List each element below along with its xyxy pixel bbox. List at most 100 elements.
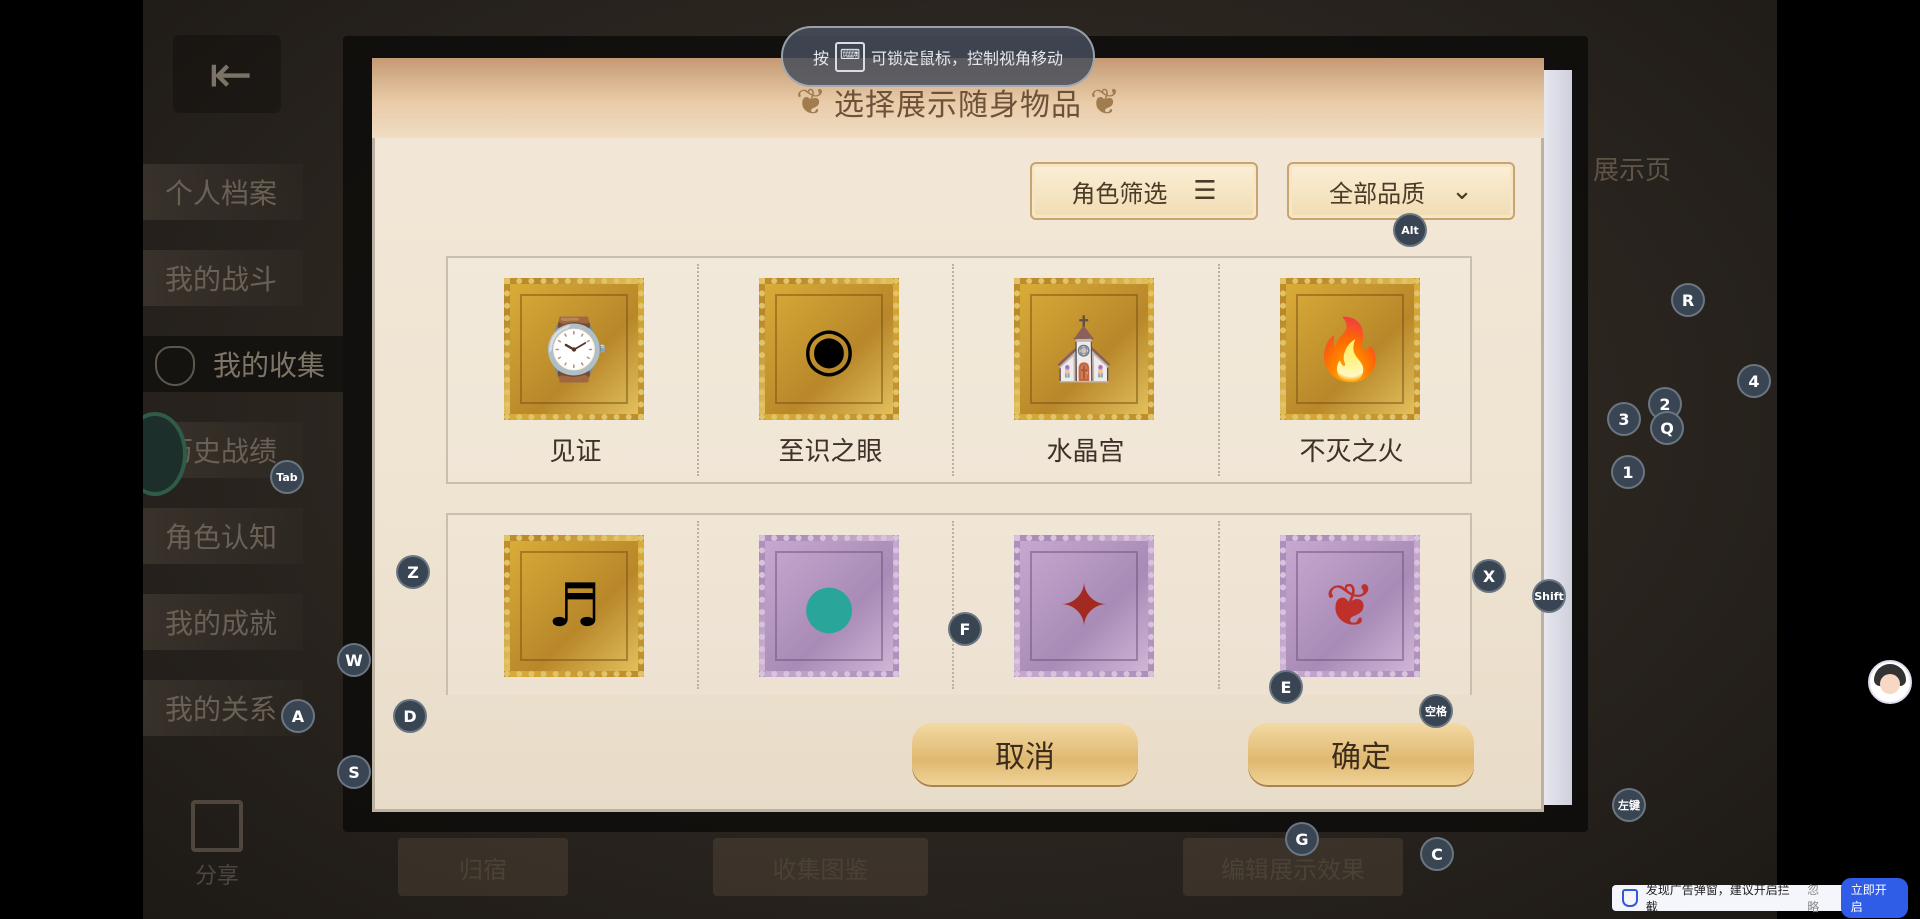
assistant-avatar[interactable] (1868, 660, 1912, 704)
cell-divider (697, 521, 699, 689)
sidebar-item-label: 个人档案 (165, 177, 278, 210)
sidebar-item-label: 角色认知 (165, 521, 278, 554)
key-marker-3[interactable]: 3 (1607, 402, 1641, 436)
hint-prefix: 按 (812, 48, 829, 68)
key-marker-space[interactable]: 空格 (1419, 694, 1453, 728)
item-stamp: ◉ (759, 278, 899, 420)
key-marker-x[interactable]: X (1472, 559, 1506, 593)
sidebar-item-label: 我的战斗 (165, 263, 278, 296)
item-cell[interactable]: ⛪ 水晶宫 (958, 258, 1213, 482)
key-marker-left-click[interactable]: 左键 (1612, 788, 1646, 822)
sidebar-item-achievements[interactable]: 我的成就 (143, 594, 303, 650)
cell-divider (1218, 521, 1220, 689)
sidebar-item-relations[interactable]: 我的关系 (143, 680, 303, 736)
ignore-link[interactable]: 忽略 (1807, 881, 1831, 915)
key-marker-r[interactable]: R (1671, 283, 1705, 317)
cell-divider (1218, 264, 1220, 476)
ad-block-bar: 发现广告弹窗，建议开启拦截 忽略 立即开启 (1612, 878, 1908, 918)
key-marker-a[interactable]: A (281, 699, 315, 733)
cell-divider (697, 264, 699, 476)
key-marker-d[interactable]: D (393, 699, 427, 733)
sidebar-item-label: 我的收集 (213, 349, 326, 382)
item-cell[interactable]: ♬ (448, 515, 703, 695)
key-marker-s[interactable]: S (337, 755, 371, 789)
sidebar-item-collection[interactable]: 我的收集 (143, 336, 343, 392)
share-button[interactable]: 分享 (191, 800, 243, 890)
confirm-button[interactable]: 确定 (1248, 723, 1474, 785)
dialog-paper-edge (1544, 70, 1572, 805)
key-marker-w[interactable]: W (337, 643, 371, 677)
watch-icon: ⌚ (520, 294, 628, 404)
key-marker-shift[interactable]: Shift (1532, 579, 1566, 613)
crystal-palace-icon: ⛪ (1030, 294, 1138, 404)
cell-divider (952, 264, 954, 476)
item-grid-row: ⌚ 见证 ◉ 至识之眼 ⛪ 水晶宫 🔥 不灭之火 (446, 256, 1472, 484)
torch-icon: 🔥 (1296, 294, 1404, 404)
item-stamp: ● (759, 535, 899, 677)
key-marker-4[interactable]: 4 (1737, 364, 1771, 398)
list-icon: ☰ (1193, 176, 1217, 206)
role-filter-label: 角色筛选 (1071, 179, 1168, 208)
tab-destination[interactable]: 归宿 (398, 838, 568, 896)
exit-button[interactable]: ⇤ (173, 35, 281, 113)
item-stamp: ✦ (1014, 535, 1154, 677)
item-stamp: ⛪ (1014, 278, 1154, 420)
item-cell[interactable]: ❦ (1224, 515, 1479, 695)
quality-filter-dropdown[interactable]: 全部品质 ⌄ (1287, 162, 1515, 220)
tab-collection-atlas[interactable]: 收集图鉴 (713, 838, 928, 896)
item-cell[interactable]: ✦ (958, 515, 1213, 695)
display-page-label: 展示页 (1593, 156, 1672, 186)
avatar-face (1880, 674, 1900, 694)
sidebar-item-role-knowledge[interactable]: 角色认知 (143, 508, 303, 564)
key-marker-f[interactable]: F (948, 612, 982, 646)
key-marker-g[interactable]: G (1285, 822, 1319, 856)
gem-icon: ● (775, 551, 883, 661)
quality-filter-label: 全部品质 (1329, 179, 1426, 208)
key-marker-tab[interactable]: Tab (270, 460, 304, 494)
sidebar-item-label: 我的关系 (165, 693, 278, 726)
role-filter-button[interactable]: 角色筛选 ☰ (1030, 162, 1258, 220)
select-item-dialog: ❦ 选择展示随身物品 ❦ 角色筛选 ☰ 全部品质 ⌄ ⌚ 见证 ◉ 至识之眼 ⛪… (372, 58, 1544, 812)
item-label: 见证 (549, 437, 602, 467)
item-cell[interactable]: ⌚ 见证 (448, 258, 703, 482)
item-label: 至识之眼 (778, 437, 883, 467)
item-grid-row: ♬ ● ✦ ❦ (446, 513, 1472, 695)
cancel-button[interactable]: 取消 (912, 723, 1138, 785)
candy-icon: ✦ (1030, 551, 1138, 661)
keyboard-key-icon: ⌨ (835, 41, 865, 72)
item-stamp: ⌚ (504, 278, 644, 420)
item-stamp: ❦ (1280, 535, 1420, 677)
harp-icon: ♬ (520, 551, 628, 661)
shield-icon (1622, 889, 1638, 907)
key-marker-q[interactable]: Q (1650, 411, 1684, 445)
item-stamp: 🔥 (1280, 278, 1420, 420)
chevron-down-icon: ⌄ (1451, 176, 1473, 206)
hint-text: 可锁定鼠标，控制视角移动 (871, 48, 1064, 68)
tab-label: 归宿 (459, 855, 507, 884)
exit-icon: ⇤ (209, 45, 253, 105)
cape-icon: ❦ (1296, 551, 1404, 661)
mouse-lock-hint: 按 ⌨ 可锁定鼠标，控制视角移动 (781, 26, 1095, 87)
share-icon (191, 800, 243, 852)
sidebar-item-battles[interactable]: 我的战斗 (143, 250, 303, 306)
item-stamp: ♬ (504, 535, 644, 677)
key-marker-1[interactable]: 1 (1611, 455, 1645, 489)
key-marker-alt[interactable]: Alt (1393, 213, 1427, 247)
tab-label: 收集图鉴 (772, 855, 869, 884)
cell-divider (952, 521, 954, 689)
item-cell[interactable]: ● (703, 515, 958, 695)
key-marker-e[interactable]: E (1269, 670, 1303, 704)
key-marker-c[interactable]: C (1420, 837, 1454, 871)
sidebar-item-label: 我的成就 (165, 607, 278, 640)
key-marker-z[interactable]: Z (396, 555, 430, 589)
eye-icon: ◉ (775, 294, 883, 404)
sidebar-item-profile[interactable]: 个人档案 (143, 164, 303, 220)
ad-bar-text: 发现广告弹窗，建议开启拦截 (1645, 883, 1790, 914)
enable-button[interactable]: 立即开启 (1840, 878, 1908, 918)
share-label: 分享 (194, 864, 239, 889)
item-cell[interactable]: ◉ 至识之眼 (703, 258, 958, 482)
item-label: 水晶宫 (1046, 437, 1125, 467)
tab-label: 编辑展示效果 (1221, 855, 1365, 884)
item-label: 不灭之火 (1299, 437, 1404, 467)
item-cell[interactable]: 🔥 不灭之火 (1224, 258, 1479, 482)
